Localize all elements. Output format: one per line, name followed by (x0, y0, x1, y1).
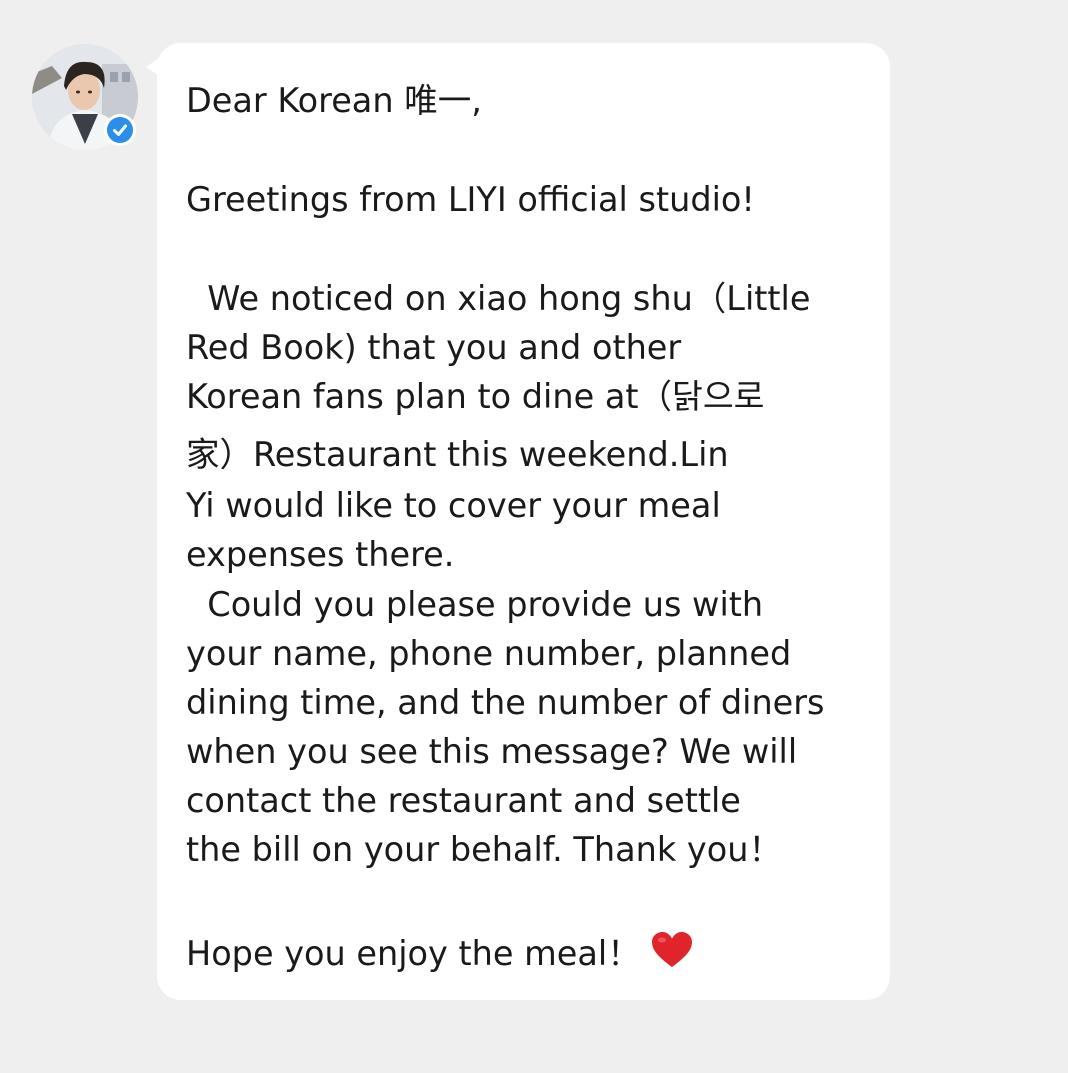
message-line: We noticed on xiao hong shu（Little (186, 279, 811, 318)
message-line: Could you please provide us with (186, 585, 764, 624)
message-line: your name, phone number, planned (186, 634, 792, 673)
message-line: Yi would like to cover your meal (186, 486, 721, 525)
message-line: expenses there. (186, 535, 455, 574)
message-line: dining time, and the number of diners (186, 683, 825, 722)
message-closing: Hope you enjoy the meal！ (186, 931, 693, 980)
message-line: the bill on your behalf. Thank you！ (186, 830, 782, 869)
message-line: Red Book) that you and other (186, 328, 682, 367)
message-line: when you see this message? We will (186, 732, 798, 771)
heart-icon (651, 931, 693, 980)
message-line: Korean fans plan to dine at（닭으로 (186, 377, 765, 416)
message-intro: Greetings from LIYI official studio! (186, 180, 755, 219)
message-line: 家）Restaurant this weekend.Lin (186, 435, 729, 474)
message-closing-text: Hope you enjoy the meal！ (186, 934, 641, 973)
verified-badge-icon (104, 114, 136, 146)
message-greeting: Dear Korean 唯一, (186, 81, 482, 120)
message-line: contact the restaurant and settle (186, 781, 741, 820)
